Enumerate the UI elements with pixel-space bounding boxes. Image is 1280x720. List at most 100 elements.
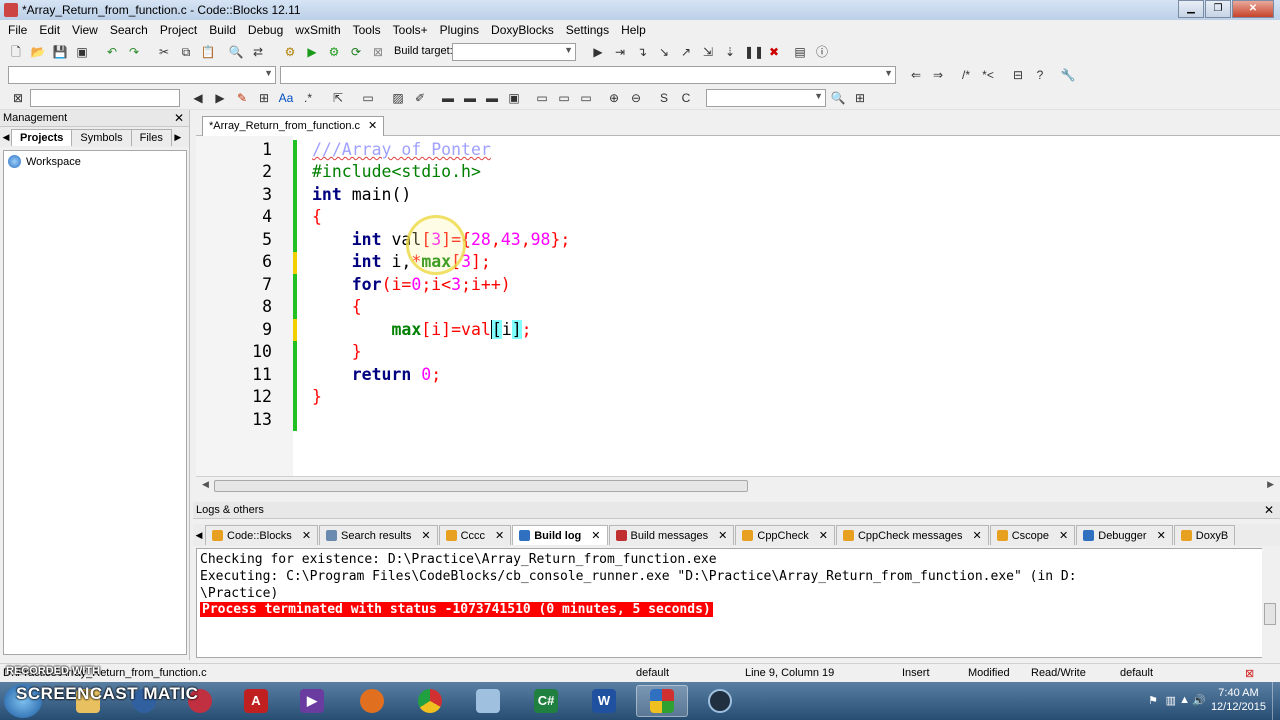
align-left-icon[interactable]: ▬: [440, 90, 456, 106]
taskbar-firefox[interactable]: [346, 685, 398, 717]
align-center-icon[interactable]: ▬: [462, 90, 478, 106]
show-desktop-button[interactable]: [1272, 682, 1280, 720]
workspace-node[interactable]: Workspace: [8, 155, 81, 168]
build-gear-icon[interactable]: ⚙: [282, 44, 298, 60]
menu-settings[interactable]: Settings: [560, 23, 615, 37]
scope-select[interactable]: ▼: [8, 66, 276, 84]
step-instruction-icon[interactable]: ⇣: [722, 44, 738, 60]
system-clock[interactable]: 7:40 AM 12/12/2015: [1211, 686, 1266, 714]
tab-close-icon[interactable]: ✕: [718, 529, 727, 542]
save-icon[interactable]: 💾: [52, 44, 68, 60]
wx-edit-icon[interactable]: ✐: [412, 90, 428, 106]
match-case-icon[interactable]: Aa: [278, 90, 294, 106]
undo-icon[interactable]: ↶: [104, 44, 120, 60]
logs-tab-scroll-left-icon[interactable]: ◀: [193, 530, 205, 541]
incremental-search-input[interactable]: [30, 89, 180, 107]
doxy-settings-icon[interactable]: 🔧: [1060, 67, 1076, 83]
menu-plugins[interactable]: Plugins: [434, 23, 485, 37]
management-close-icon[interactable]: ✕: [174, 110, 184, 127]
zoom-in-icon[interactable]: ⊕: [606, 90, 622, 106]
taskbar-virtualbox[interactable]: [462, 685, 514, 717]
menu-file[interactable]: File: [2, 23, 33, 37]
taskbar-codeblocks[interactable]: [636, 685, 688, 717]
taskbar-acrobat[interactable]: A: [230, 685, 282, 717]
wx-image-icon[interactable]: ▨: [390, 90, 406, 106]
line-comment-icon[interactable]: *<: [980, 67, 996, 83]
border-middle-icon[interactable]: ▭: [556, 90, 572, 106]
clear-search-icon[interactable]: ⊠: [10, 90, 26, 106]
function-select[interactable]: ▼: [280, 66, 896, 84]
network-icon[interactable]: ▥: [1166, 694, 1176, 707]
restore-button[interactable]: ❐: [1205, 0, 1231, 18]
border-top-icon[interactable]: ▭: [534, 90, 550, 106]
expand-icon[interactable]: ▣: [506, 90, 522, 106]
editor-tab-array-return[interactable]: *Array_Return_from_function.c ✕: [202, 116, 385, 136]
minimize-button[interactable]: ▁: [1178, 0, 1204, 18]
search-options-icon[interactable]: ⊞: [852, 90, 868, 106]
tab-cccc[interactable]: Cccc ✕: [438, 525, 512, 545]
stop-icon[interactable]: ✖: [766, 44, 782, 60]
search-prev-icon[interactable]: ◀: [190, 90, 206, 106]
zoom-select[interactable]: ▼: [706, 89, 826, 107]
tab-cscope[interactable]: Cscope ✕: [989, 525, 1076, 545]
tab-close-icon[interactable]: ✕: [819, 529, 828, 542]
tab-debugger[interactable]: Debugger ✕: [1076, 525, 1173, 545]
menu-edit[interactable]: Edit: [33, 23, 66, 37]
replace-icon[interactable]: ⇄: [250, 44, 266, 60]
align-right-icon[interactable]: ▬: [484, 90, 500, 106]
volume-icon[interactable]: 🔊: [1192, 694, 1206, 707]
run-to-cursor-icon[interactable]: ⇥: [612, 44, 628, 60]
menu-project[interactable]: Project: [154, 23, 203, 37]
flag-icon[interactable]: ⚑: [1148, 694, 1158, 707]
logs-vertical-scrollbar[interactable]: [1262, 548, 1278, 658]
taskbar-recorder[interactable]: [694, 685, 746, 717]
highlight-icon[interactable]: ✎: [234, 90, 250, 106]
tab-symbols[interactable]: Symbols: [71, 128, 132, 146]
next-line-icon[interactable]: ↴: [634, 44, 650, 60]
wx-panel-icon[interactable]: ▭: [360, 90, 376, 106]
code-text-area[interactable]: ///Array of Ponter #include<stdio.h> int…: [297, 136, 1280, 476]
taskbar-visual-studio[interactable]: ▶: [286, 685, 338, 717]
tray-expand-icon[interactable]: ▲: [1179, 694, 1190, 706]
build-target-select[interactable]: ▼: [452, 43, 576, 61]
menu-help[interactable]: Help: [615, 23, 652, 37]
tab-close-icon[interactable]: ✕: [421, 529, 430, 542]
spell-icon[interactable]: S: [656, 90, 672, 106]
logs-close-icon[interactable]: ✕: [1264, 502, 1274, 519]
abort-icon[interactable]: ⊠: [370, 44, 386, 60]
zoom-out-icon[interactable]: ⊖: [628, 90, 644, 106]
menu-tools[interactable]: Tools: [347, 23, 387, 37]
tab-cppcheck[interactable]: CppCheck ✕: [735, 525, 835, 545]
find-icon[interactable]: 🔍: [228, 44, 244, 60]
cut-icon[interactable]: ✂: [156, 44, 172, 60]
redo-icon[interactable]: ↷: [126, 44, 142, 60]
menu-search[interactable]: Search: [104, 23, 154, 37]
build-run-icon[interactable]: ⚙: [326, 44, 342, 60]
save-all-icon[interactable]: ▣: [74, 44, 90, 60]
tab-scroll-right-icon[interactable]: ▶: [172, 132, 184, 143]
search-next-icon[interactable]: ▶: [212, 90, 228, 106]
tab-doxyblocks[interactable]: DoxyB: [1173, 525, 1236, 545]
menu-build[interactable]: Build: [203, 23, 242, 37]
scroll-left-icon[interactable]: ◀: [202, 479, 209, 490]
close-button[interactable]: ✕: [1232, 0, 1274, 18]
copy-icon[interactable]: ⧉: [178, 44, 194, 60]
tab-build-log[interactable]: Build log ✕: [512, 525, 608, 545]
menu-doxyblocks[interactable]: DoxyBlocks: [485, 23, 560, 37]
selection-only-icon[interactable]: ⊞: [256, 90, 272, 106]
scrollbar-thumb[interactable]: [214, 480, 748, 492]
rebuild-icon[interactable]: ⟳: [348, 44, 364, 60]
debug-info-icon[interactable]: ⓘ: [814, 44, 830, 60]
tab-close-icon[interactable]: ✕: [1059, 529, 1068, 542]
regex-icon[interactable]: .*: [300, 90, 316, 106]
menu-debug[interactable]: Debug: [242, 23, 289, 37]
refresh-icon[interactable]: C: [678, 90, 694, 106]
tab-cppcheck-messages[interactable]: CppCheck messages ✕: [835, 525, 989, 545]
scroll-right-icon[interactable]: ▶: [1267, 479, 1274, 490]
tab-build-messages[interactable]: Build messages ✕: [608, 525, 735, 545]
step-into-icon[interactable]: ↘: [656, 44, 672, 60]
tab-codeblocks-log[interactable]: Code::Blocks ✕: [205, 525, 319, 545]
new-file-icon[interactable]: 🗋: [8, 44, 24, 60]
code-editor[interactable]: 1 2 3 4 5 6 7 8 9 10 11 12 13 ///Array o…: [196, 136, 1280, 476]
debug-run-icon[interactable]: ▶: [590, 44, 606, 60]
